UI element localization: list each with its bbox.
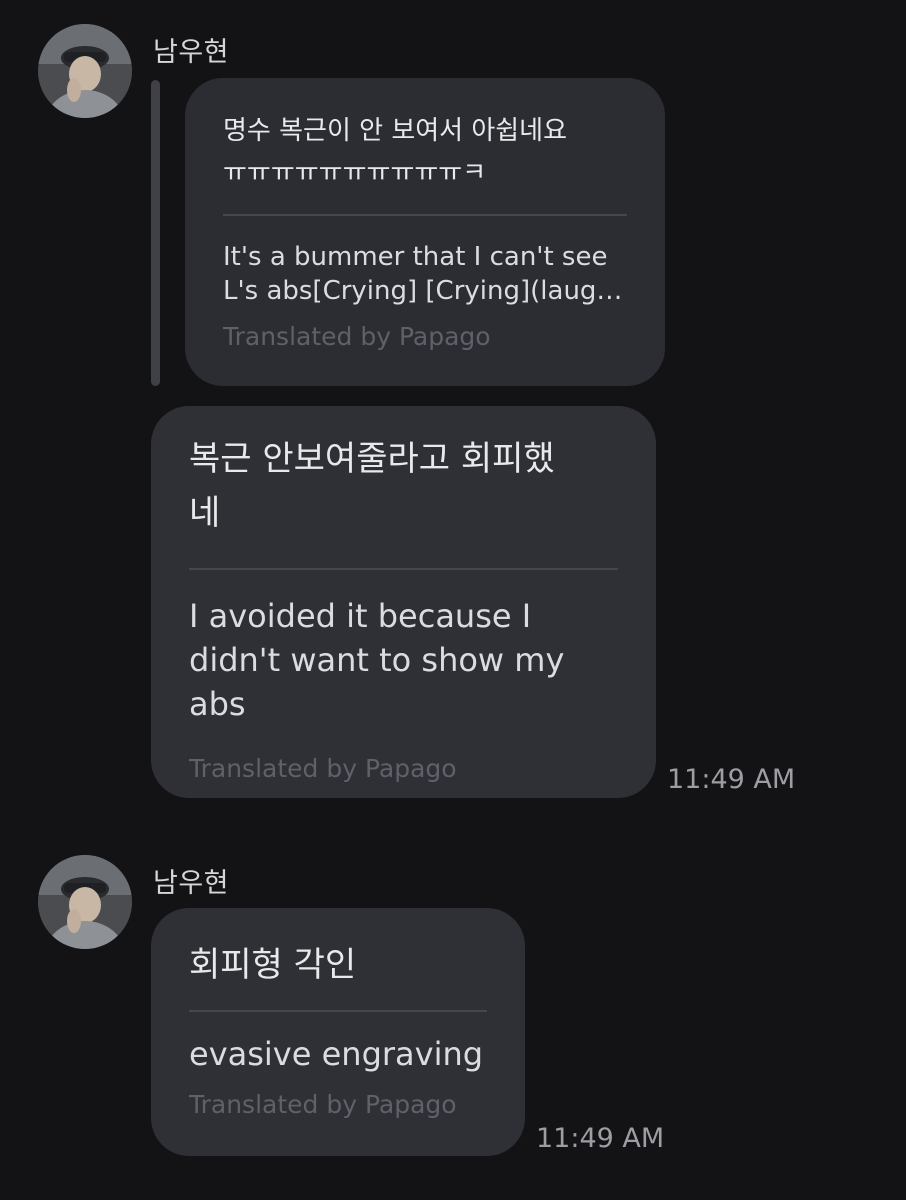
avatar-photo	[38, 855, 132, 949]
message-bubble[interactable]: 회피형 각인 evasive engraving Translated by P…	[151, 908, 525, 1156]
sender-avatar[interactable]	[38, 855, 132, 949]
sender-name: 남우현	[153, 37, 230, 68]
quoted-original-line: ㅠㅠㅠㅠㅠㅠㅠㅠㅠㅠㅋ	[223, 158, 487, 188]
message-translation-text: evasive engraving	[189, 1035, 484, 1073]
message-timestamp: 11:49 AM	[667, 764, 796, 795]
message-bubble[interactable]: 복근 안보여줄라고 회피했 네 I avoided it because I d…	[151, 406, 656, 798]
quoted-translation-line: L's abs[Crying] [Crying](laug…	[223, 276, 623, 306]
reply-indicator-bar	[151, 80, 160, 386]
original-line: 복근 안보여줄라고 회피했	[189, 439, 555, 479]
translation-divider	[189, 1010, 487, 1012]
message-translation-text: I avoided it because I didn't want to sh…	[189, 594, 618, 726]
quoted-original-line: 명수 복근이 안 보여서 아쉽네요	[223, 116, 568, 146]
papago-attribution: Translated by Papago	[189, 1090, 457, 1119]
quoted-original-text: 명수 복근이 안 보여서 아쉽네요 ㅠㅠㅠㅠㅠㅠㅠㅠㅠㅠㅋ	[223, 110, 627, 194]
message-original-text: 복근 안보여줄라고 회피했 네	[189, 432, 618, 540]
quoted-translation-text: It's a bummer that I can't see L's abs[C…	[223, 240, 627, 308]
translation-divider	[189, 568, 618, 570]
papago-attribution: Translated by Papago	[189, 754, 457, 783]
sender-avatar[interactable]	[38, 24, 132, 118]
translation-divider	[223, 214, 627, 216]
sender-name: 남우현	[153, 868, 230, 899]
papago-attribution: Translated by Papago	[223, 322, 491, 351]
message-original-text: 회피형 각인	[189, 945, 357, 985]
message-timestamp: 11:49 AM	[536, 1123, 665, 1154]
translation-line: I avoided it because I	[189, 597, 532, 635]
translation-line: abs	[189, 685, 246, 723]
quoted-translation-line: It's a bummer that I can't see	[223, 242, 608, 272]
quoted-message-bubble[interactable]: 명수 복근이 안 보여서 아쉽네요 ㅠㅠㅠㅠㅠㅠㅠㅠㅠㅠㅋ It's a bum…	[185, 78, 665, 386]
original-line: 네	[189, 493, 221, 533]
avatar-photo	[38, 24, 132, 118]
translation-line: didn't want to show my	[189, 641, 565, 679]
